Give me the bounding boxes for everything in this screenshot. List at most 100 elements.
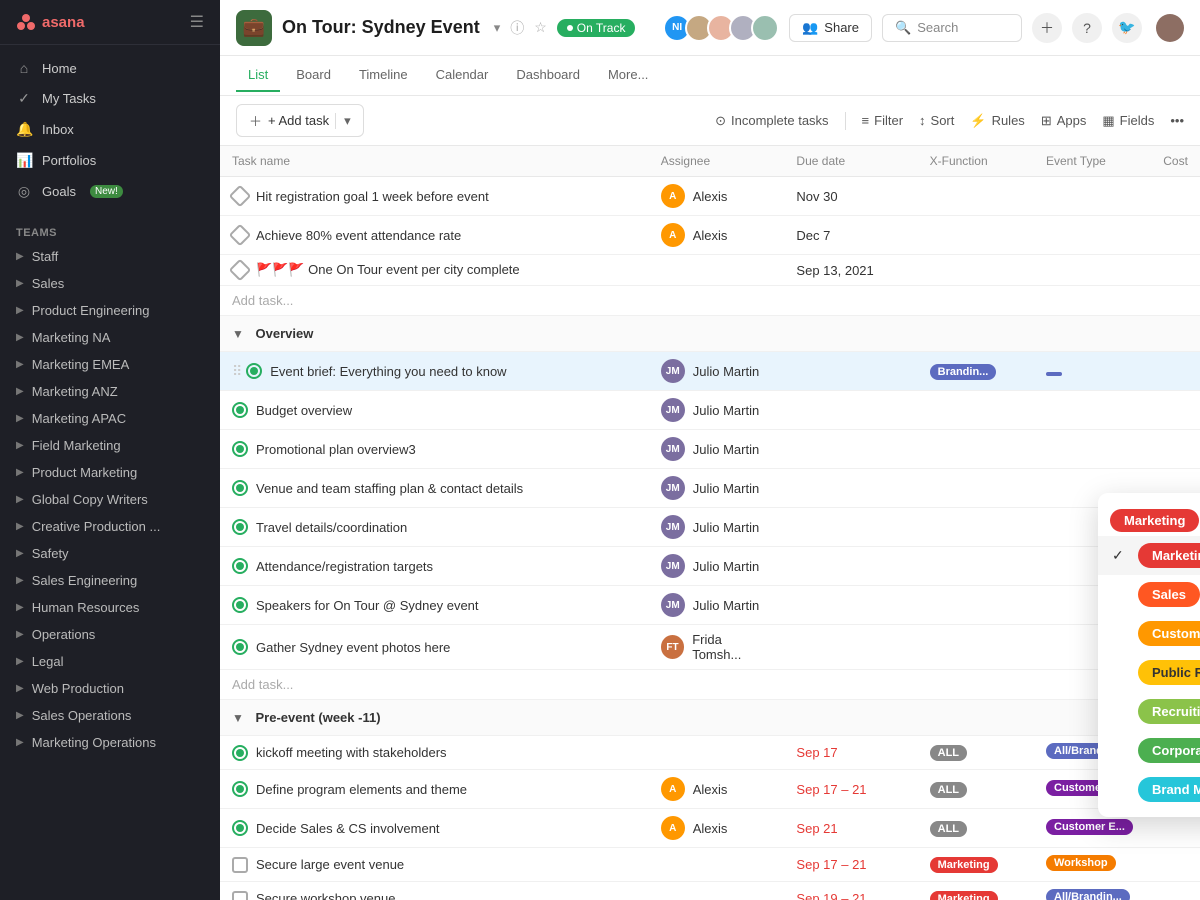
task-checkbox[interactable] (232, 519, 248, 535)
rules-button[interactable]: ⚡ Rules (970, 113, 1024, 129)
add-task-cell[interactable]: Add task... (220, 286, 1200, 316)
task-name[interactable]: Attendance/registration targets (256, 559, 433, 574)
task-name[interactable]: Achieve 80% event attendance rate (256, 228, 461, 243)
task-name[interactable]: Decide Sales & CS involvement (256, 821, 440, 836)
share-button[interactable]: 👥 Share (789, 14, 872, 42)
sidebar-item-field-marketing[interactable]: ▶ Field Marketing (0, 432, 220, 459)
task-checkbox[interactable] (232, 480, 248, 496)
tab-dashboard[interactable]: Dashboard (504, 59, 592, 92)
sidebar-item-marketing-emea[interactable]: ▶ Marketing EMEA (0, 351, 220, 378)
sidebar-item-staff[interactable]: ▶ Staff (0, 243, 220, 270)
sidebar-item-marketing-na[interactable]: ▶ Marketing NA (0, 324, 220, 351)
section-chevron-icon[interactable]: ▼ (232, 711, 244, 725)
tab-more[interactable]: More... (596, 59, 660, 92)
sidebar-item-inbox[interactable]: 🔔 Inbox (0, 114, 220, 145)
tab-timeline[interactable]: Timeline (347, 59, 420, 92)
task-name[interactable]: Secure large event venue (256, 857, 404, 872)
task-name[interactable]: Promotional plan overview3 (256, 442, 416, 457)
section-chevron-icon[interactable]: ▼ (232, 327, 244, 341)
task-checkbox[interactable] (229, 259, 252, 282)
sidebar-item-sales-operations[interactable]: ▶ Sales Operations (0, 702, 220, 729)
help-button[interactable]: ? (1072, 13, 1102, 43)
more-options-button[interactable]: ••• (1170, 113, 1184, 128)
sidebar-item-sales-engineering[interactable]: ▶ Sales Engineering (0, 567, 220, 594)
task-checkbox[interactable] (232, 597, 248, 613)
sidebar-item-home[interactable]: ⌂ Home (0, 53, 220, 83)
dropdown-item-brand-marketing[interactable]: Brand Marketing (1098, 770, 1200, 809)
add-button[interactable]: ＋ (1032, 13, 1062, 43)
task-checkbox[interactable] (232, 891, 248, 900)
project-title-caret-icon[interactable]: ▾ (494, 20, 501, 36)
task-name[interactable]: Define program elements and theme (256, 782, 467, 797)
task-name[interactable]: Secure workshop venue (256, 891, 395, 900)
task-checkbox[interactable] (232, 781, 248, 797)
info-icon[interactable]: ⓘ (510, 18, 524, 38)
add-task-row[interactable]: Add task... (220, 286, 1200, 316)
task-name[interactable]: kickoff meeting with stakeholders (256, 745, 447, 760)
task-name[interactable]: Gather Sydney event photos here (256, 640, 450, 655)
apps-button[interactable]: ⊞ Apps (1041, 113, 1087, 129)
sidebar-item-goals[interactable]: ◎ Goals New! (0, 176, 220, 207)
task-checkbox[interactable] (232, 745, 248, 761)
fields-button[interactable]: ▦ Fields (1102, 113, 1154, 129)
task-name[interactable]: 🚩🚩🚩 One On Tour event per city complete (256, 262, 520, 278)
dropdown-item-marketing[interactable]: ✓ Marketing (1098, 536, 1200, 575)
sidebar-item-sales[interactable]: ▶ Sales (0, 270, 220, 297)
star-icon[interactable]: ☆ (534, 19, 547, 36)
add-task-button[interactable]: ＋ + Add task ▾ (236, 104, 364, 137)
sidebar-item-web-production[interactable]: ▶ Web Production (0, 675, 220, 702)
sidebar-item-human-resources[interactable]: ▶ Human Resources (0, 594, 220, 621)
add-task-caret-icon[interactable]: ▾ (335, 113, 351, 129)
assignee-cell: JM Julio Martin (649, 430, 785, 469)
dropdown-item-public-relations[interactable]: Public Relations (1098, 653, 1200, 692)
task-name[interactable]: Budget overview (256, 403, 352, 418)
sidebar-item-safety[interactable]: ▶ Safety (0, 540, 220, 567)
sidebar-item-marketing-anz[interactable]: ▶ Marketing ANZ (0, 378, 220, 405)
task-checkbox[interactable] (232, 857, 248, 873)
task-checkbox[interactable] (229, 224, 252, 247)
sort-button[interactable]: ↕ Sort (919, 113, 954, 128)
notifications-button[interactable]: 🐦 (1112, 13, 1142, 43)
add-task-row[interactable]: Add task... (220, 670, 1200, 700)
task-checkbox[interactable] (246, 363, 262, 379)
task-name[interactable]: Travel details/coordination (256, 520, 407, 535)
tab-list[interactable]: List (236, 59, 280, 92)
task-checkbox[interactable] (232, 639, 248, 655)
task-checkbox[interactable] (232, 441, 248, 457)
sidebar-item-legal[interactable]: ▶ Legal (0, 648, 220, 675)
dropdown-item-sales[interactable]: Sales (1098, 575, 1200, 614)
sidebar-item-creative-production[interactable]: ▶ Creative Production ... (0, 513, 220, 540)
task-checkbox[interactable] (229, 185, 252, 208)
dropdown-item-recruiting[interactable]: Recruiting (1098, 692, 1200, 731)
assignee-cell: JM Julio Martin (661, 359, 773, 383)
sidebar-item-marketing-apac[interactable]: ▶ Marketing APAC (0, 405, 220, 432)
assignee-cell: JM Julio Martin (649, 352, 785, 391)
sidebar-item-my-tasks[interactable]: ✓ My Tasks (0, 83, 220, 114)
dropdown-item-corporate-marketing[interactable]: Corporate Marketing (1098, 731, 1200, 770)
sidebar-item-product-engineering[interactable]: ▶ Product Engineering (0, 297, 220, 324)
dropdown-item-customer-success[interactable]: Customer Success (1098, 614, 1200, 653)
user-avatar[interactable] (1156, 14, 1184, 42)
sidebar-item-product-marketing[interactable]: ▶ Product Marketing (0, 459, 220, 486)
search-bar[interactable]: 🔍 Search (882, 14, 1022, 42)
tab-board[interactable]: Board (284, 59, 343, 92)
add-task-cell[interactable]: Add task... (220, 670, 1200, 700)
filter-button[interactable]: ≡ Filter (862, 113, 903, 128)
tab-calendar[interactable]: Calendar (424, 59, 501, 92)
hamburger-icon[interactable]: ☰ (190, 12, 204, 32)
drag-handle-icon[interactable]: ⠿ (232, 363, 242, 380)
sidebar-item-portfolios[interactable]: 📊 Portfolios (0, 145, 220, 176)
incomplete-tasks-button[interactable]: ⊙ Incomplete tasks (715, 113, 828, 129)
task-checkbox[interactable] (232, 820, 248, 836)
team-label: Marketing APAC (32, 411, 126, 426)
sidebar-item-marketing-operations[interactable]: ▶ Marketing Operations (0, 729, 220, 756)
sidebar-item-label: Portfolios (42, 153, 96, 168)
task-name[interactable]: Speakers for On Tour @ Sydney event (256, 598, 479, 613)
task-checkbox[interactable] (232, 402, 248, 418)
task-name[interactable]: Hit registration goal 1 week before even… (256, 189, 489, 204)
sidebar-item-global-copy[interactable]: ▶ Global Copy Writers (0, 486, 220, 513)
task-name[interactable]: Event brief: Everything you need to know (270, 364, 506, 379)
task-name[interactable]: Venue and team staffing plan & contact d… (256, 481, 523, 496)
task-checkbox[interactable] (232, 558, 248, 574)
sidebar-item-operations[interactable]: ▶ Operations (0, 621, 220, 648)
